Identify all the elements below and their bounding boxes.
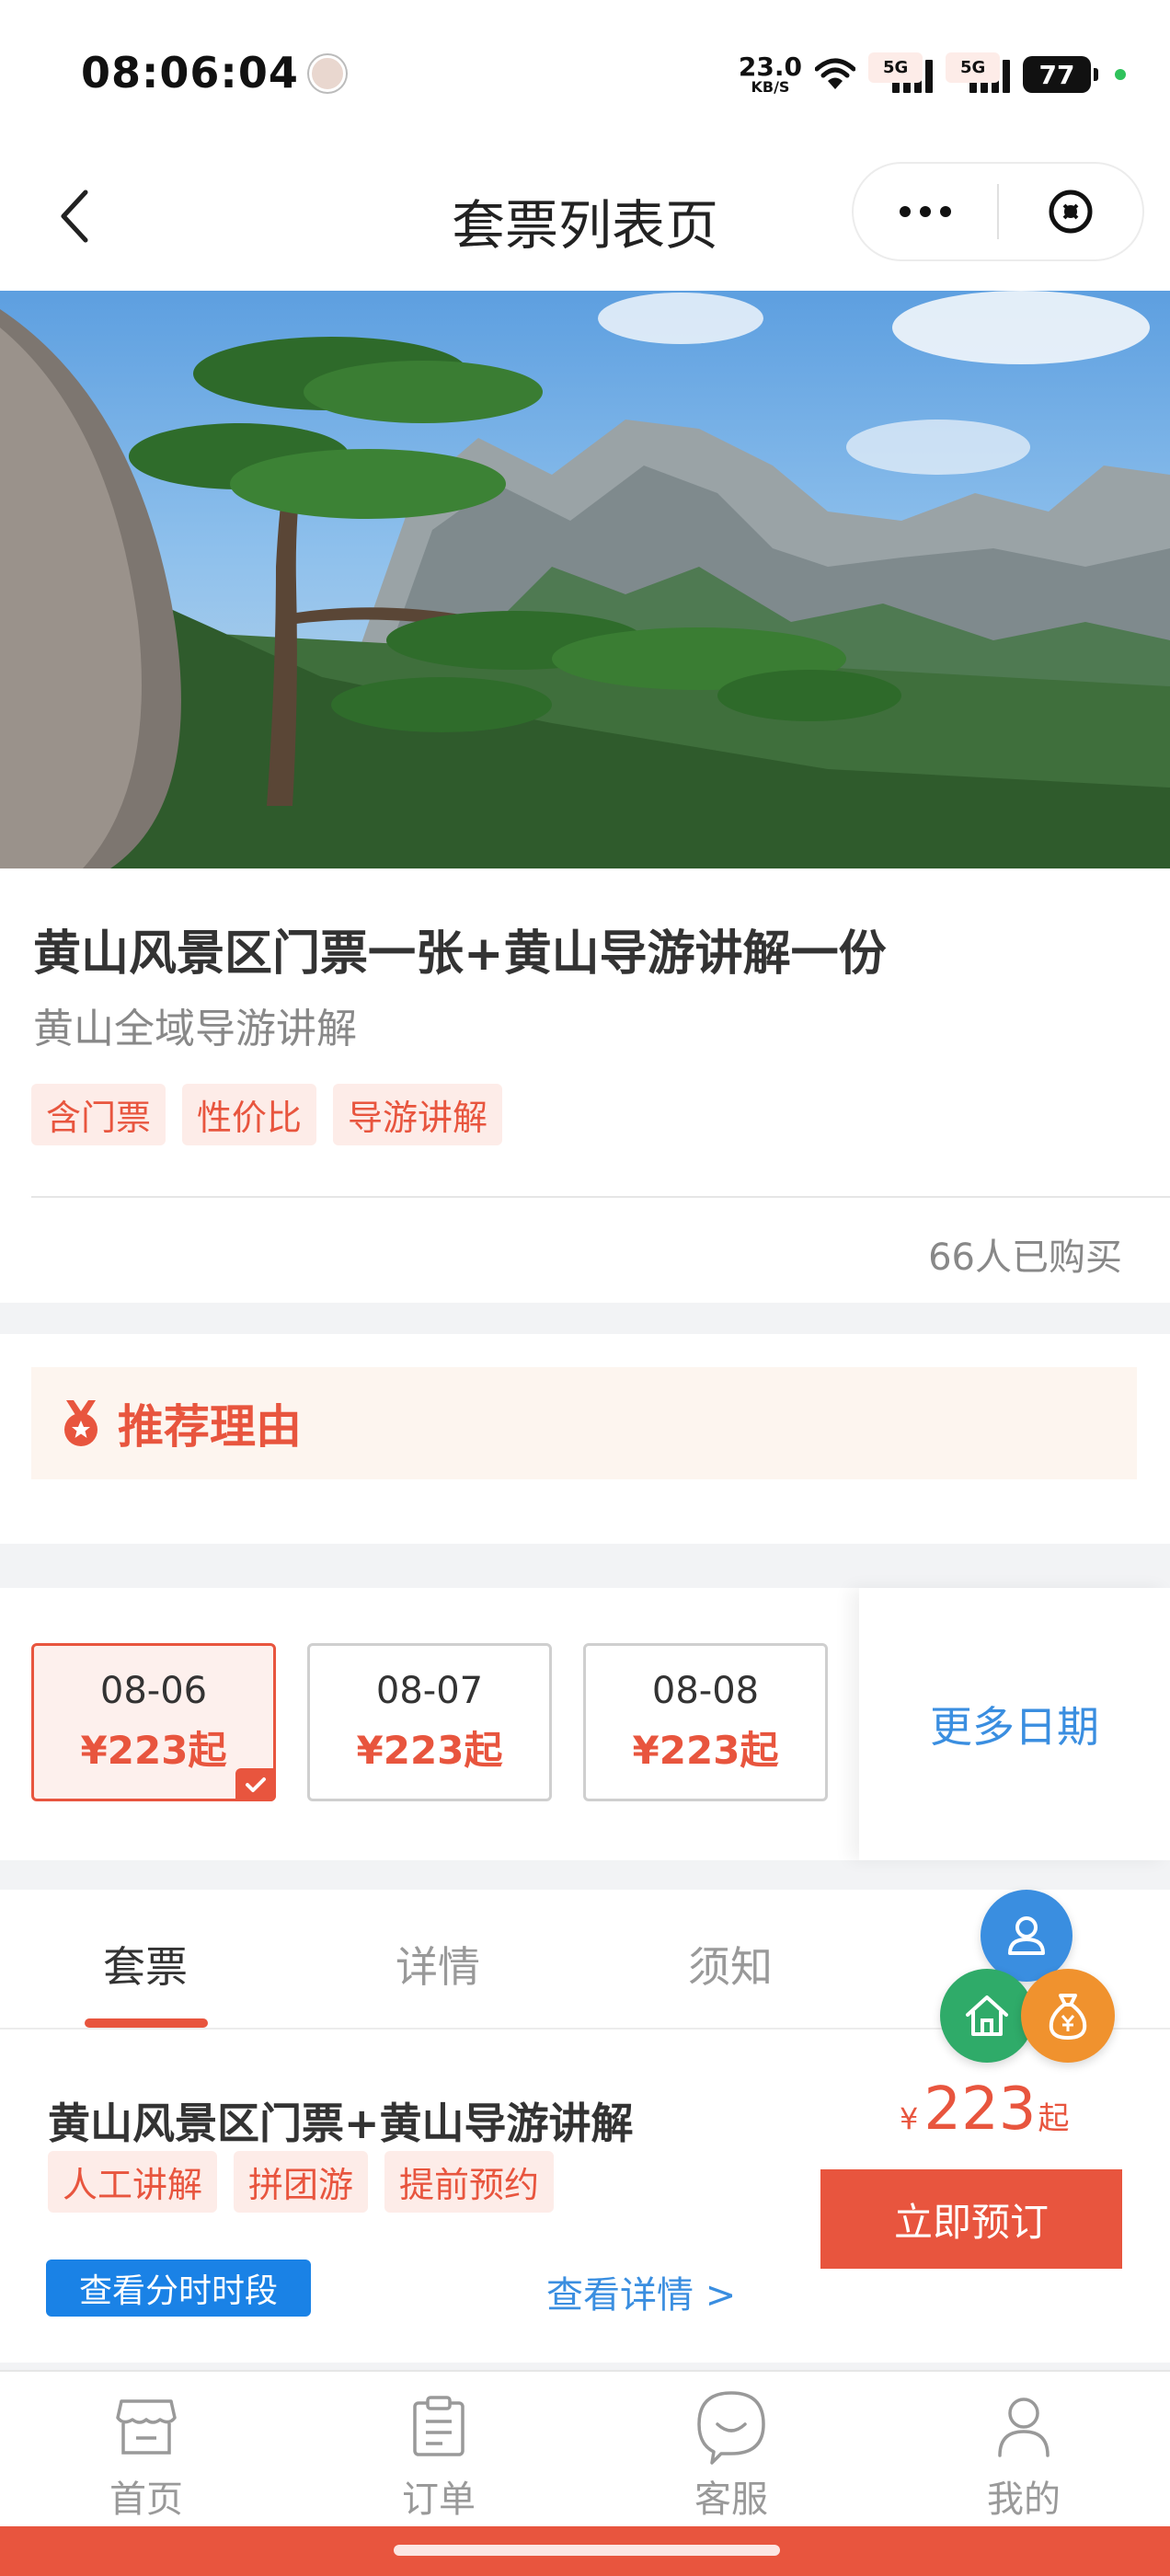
package-price: ¥ 223 起 [900,2076,1070,2144]
more-dots-icon [900,206,951,217]
medal-icon [64,1400,98,1446]
book-now-button[interactable]: 立即预订 [820,2169,1122,2269]
product-title: 黄山风景区门票一张+黄山导游讲解一份 [33,926,887,982]
product-tag: 含门票 [31,1084,166,1145]
nav-label: 首页 [109,2478,183,2521]
nav-item-orders[interactable]: 订单 [292,2372,585,2528]
close-button[interactable] [999,164,1142,259]
wifi-icon [815,58,855,89]
view-details-link[interactable]: 查看详情 > [546,2265,736,2318]
home-icon [966,1995,1008,2036]
product-tags: 含门票 性价比 导游讲解 [31,1084,503,1145]
status-time: 08:06:04 [81,48,299,98]
tab-notice[interactable]: 须知 [688,1934,773,1995]
tab-package[interactable]: 套票 [103,1934,188,1995]
active-tab-indicator [85,2018,208,2028]
nav-label: 客服 [694,2478,768,2521]
date-price: ¥223起 [80,1727,227,1773]
bottom-navigation: 首页 订单 客服 我的 [0,2370,1170,2526]
nav-item-profile[interactable]: 我的 [878,2372,1170,2528]
battery-icon: 77 [1023,56,1098,93]
status-indicators: 23.0 KB/S 5G 5G 77 [739,52,1126,98]
nav-item-service[interactable]: 客服 [585,2372,878,2528]
product-info-card: 黄山风景区门票一张+黄山导游讲解一份 黄山全域导游讲解 含门票 性价比 导游讲解… [0,868,1170,1303]
date-option[interactable]: 08-07 ¥223起 [307,1643,552,1801]
product-tag: 性价比 [182,1084,317,1145]
divider [31,1196,1170,1198]
checkmark-icon [235,1768,276,1801]
date-price: ¥223起 [356,1727,503,1773]
recommend-section: 推荐理由 [0,1334,1170,1544]
person-icon [994,2392,1053,2462]
package-tag: 拼团游 [234,2151,369,2213]
network-speed: 23.0 KB/S [739,54,802,95]
privacy-indicator-dot [1115,69,1126,80]
signal-1-label: 5G [868,52,923,83]
date-label: 08-08 [651,1669,760,1712]
nav-item-home[interactable]: 首页 [0,2372,292,2528]
floating-user-button[interactable] [981,1890,1072,1982]
price-suffix: 起 [1038,2100,1070,2137]
more-button[interactable] [854,164,997,259]
network-speed-value: 23.0 [738,52,802,82]
signal-2-icon: 5G [946,52,1010,93]
date-label: 08-06 [99,1669,208,1712]
date-option[interactable]: 08-08 ¥223起 [583,1643,828,1801]
mini-program-capsule [852,162,1144,261]
package-tag: 提前预约 [384,2151,555,2213]
recommend-banner[interactable]: 推荐理由 [31,1367,1137,1479]
package-title: 黄山风景区门票+黄山导游讲解 [48,2099,634,2148]
navigation-bar: 套票列表页 [0,147,1170,291]
price-value: 223 [923,2076,1037,2144]
more-dates-button[interactable]: 更多日期 [859,1588,1170,1860]
date-selector: 08-06 ¥223起 08-07 ¥223起 08-08 ¥223起 更多日期 [0,1588,1170,1860]
product-tag: 导游讲解 [333,1084,503,1145]
hero-image [0,291,1170,868]
package-card: 黄山风景区门票+黄山导游讲解 人工讲解 拼团游 提前预约 ¥ 223 起 立即预… [0,2030,1170,2363]
status-avatar-icon [309,55,346,92]
date-label: 08-07 [375,1669,484,1712]
recommend-title: 推荐理由 [118,1400,302,1454]
time-slot-button[interactable]: 查看分时时段 [46,2260,311,2317]
order-list-icon [411,2392,466,2462]
date-price: ¥223起 [632,1727,779,1773]
tab-details[interactable]: 详情 [396,1934,480,1995]
sold-count: 66人已购买 [928,1236,1122,1279]
landscape-illustration [0,291,1170,868]
store-icon [114,2392,178,2462]
close-circle-icon [1049,190,1093,234]
floating-money-button[interactable] [1021,1969,1115,2063]
price-currency: ¥ [900,2101,919,2136]
product-subtitle: 黄山全域导游讲解 [33,1006,357,1052]
signal-2-label: 5G [946,52,1001,83]
network-speed-unit: KB/S [751,78,790,96]
money-bag-icon [1049,1994,1087,2040]
user-icon [1008,1916,1045,1955]
package-tags: 人工讲解 拼团游 提前预约 [48,2151,555,2213]
floating-home-button[interactable] [940,1969,1034,2063]
package-tag: 人工讲解 [48,2151,218,2213]
nav-label: 订单 [402,2478,476,2521]
chat-bubble-icon [694,2391,769,2465]
home-indicator[interactable] [394,2545,780,2556]
signal-1-icon: 5G [868,52,933,93]
nav-label: 我的 [987,2478,1061,2521]
date-option[interactable]: 08-06 ¥223起 [31,1643,276,1801]
status-bar: 08:06:04 23.0 KB/S 5G 5G 77 [0,0,1170,147]
